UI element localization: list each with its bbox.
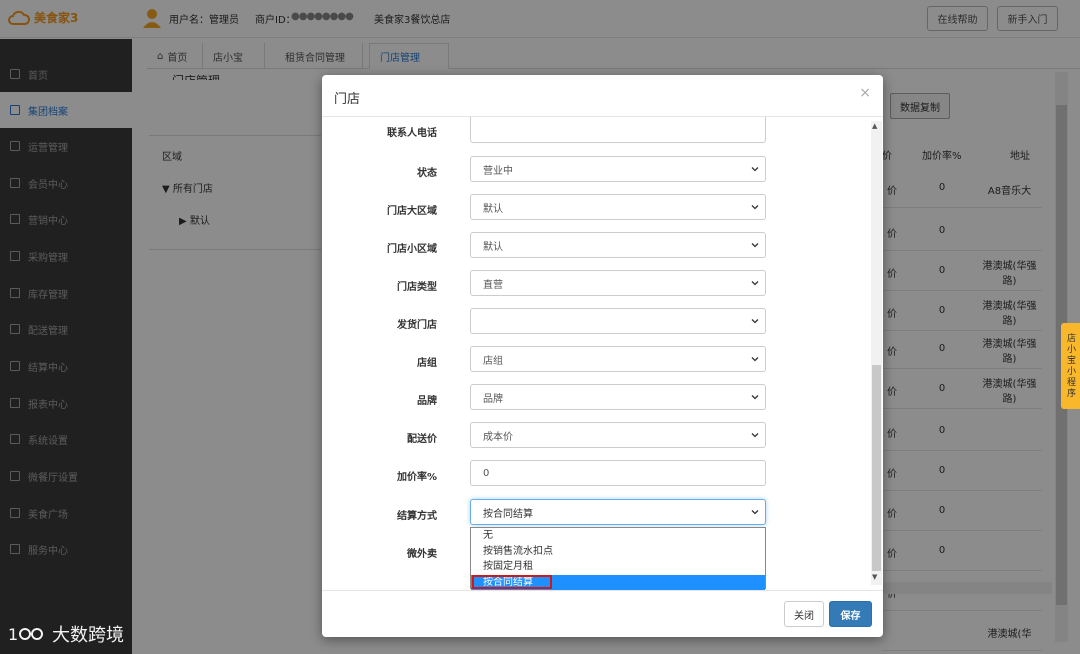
settlement-option[interactable]: 按固定月租: [471, 559, 765, 574]
close-button[interactable]: 关闭: [784, 601, 824, 627]
ship-store-select-label: 发货门店: [397, 320, 437, 331]
contact-phone-label: 联系人电话: [387, 128, 437, 139]
row-settlement-method-select: 结算方式 按合同结算: [322, 499, 871, 527]
settlement-method-select[interactable]: 按合同结算: [470, 499, 766, 525]
settlement-option[interactable]: 无: [471, 528, 765, 543]
markup-rate-input-label: 加价率%: [396, 472, 437, 483]
store-type-select-label: 门店类型: [397, 282, 437, 293]
small-region-select-value: 默认: [483, 241, 503, 253]
status-select-value: 营业中: [483, 165, 513, 177]
store-group-select[interactable]: 店组: [470, 346, 766, 372]
big-region-select[interactable]: 默认: [470, 194, 766, 220]
small-region-select[interactable]: 默认: [470, 232, 766, 258]
store-group-select-label: 店组: [417, 358, 437, 369]
row-big-region-select: 门店大区域 默认: [322, 194, 871, 222]
row-store-type-select: 门店类型 直营: [322, 270, 871, 298]
save-button[interactable]: 保存: [829, 601, 872, 627]
watermark-logo-icon: 1: [8, 625, 43, 644]
markup-rate-input[interactable]: 0: [470, 460, 766, 486]
big-region-select-label: 门店大区域: [387, 206, 437, 217]
brand-select-label: 品牌: [417, 396, 437, 407]
store-group-select-value: 店组: [483, 355, 503, 367]
scroll-down-arrow-icon[interactable]: ▼: [872, 573, 877, 581]
modal-scrollbar-thumb[interactable]: [872, 365, 881, 571]
ship-store-select[interactable]: [470, 308, 766, 334]
settlement-option[interactable]: 按销售流水扣点: [471, 544, 765, 559]
row-brand-select: 品牌 品牌: [322, 384, 871, 412]
chevron-down-icon: [751, 281, 759, 286]
settlement-dropdown-list: 无按销售流水扣点 按固定月租 按合同结算: [470, 527, 766, 590]
store-modal: 门店 × 联系人电话 状态 营业中 门店大区域 默认 门店小区域 默认 门店类型 直营 发货门店…: [322, 75, 883, 637]
mini-program-float-tab[interactable]: 店小宝小程序: [1061, 323, 1080, 409]
scroll-up-arrow-icon[interactable]: ▲: [872, 122, 877, 130]
svg-text:1: 1: [8, 625, 18, 644]
row-markup-rate-input: 加价率% 0: [322, 460, 871, 488]
big-region-select-value: 默认: [483, 203, 503, 215]
row-contact-phone: 联系人电话: [322, 117, 871, 143]
chevron-down-icon: [751, 167, 759, 172]
chevron-down-icon: [751, 243, 759, 248]
settlement-method-select-value: 按合同结算: [483, 508, 533, 520]
modal-title: 门店: [334, 92, 361, 107]
modal-body: 联系人电话 状态 营业中 门店大区域 默认 门店小区域 默认 门店类型 直营 发货门店 店组 店组品…: [322, 117, 883, 595]
chevron-down-icon: [751, 395, 759, 400]
status-select[interactable]: 营业中: [470, 156, 766, 182]
store-type-select[interactable]: 直营: [470, 270, 766, 296]
chevron-down-icon: [751, 205, 759, 210]
settlement-method-select-label: 结算方式: [397, 511, 437, 522]
row-distribution-price-select: 配送价 成本价: [322, 422, 871, 450]
modal-header: 门店 ×: [322, 75, 883, 117]
row-ship-store-select: 发货门店: [322, 308, 871, 336]
row-small-region-select: 门店小区域 默认: [322, 232, 871, 260]
contact-phone-input[interactable]: [470, 117, 766, 143]
chevron-down-icon: [751, 510, 759, 515]
brand-select-value: 品牌: [483, 393, 503, 405]
chevron-down-icon: [751, 357, 759, 362]
status-select-label: 状态: [417, 168, 437, 179]
chevron-down-icon: [751, 433, 759, 438]
distribution-price-select[interactable]: 成本价: [470, 422, 766, 448]
brand-select[interactable]: 品牌: [470, 384, 766, 410]
selected-option-highlight: [472, 575, 552, 589]
distribution-price-select-value: 成本价: [483, 431, 513, 443]
row-store-group-select: 店组 店组: [322, 346, 871, 374]
modal-close-icon[interactable]: ×: [859, 85, 871, 101]
small-region-select-label: 门店小区域: [387, 244, 437, 255]
modal-footer: 关闭 保存: [322, 590, 883, 637]
store-type-select-value: 直营: [483, 279, 503, 291]
distribution-price-select-label: 配送价: [407, 434, 437, 445]
watermark: 1 大数跨境: [8, 625, 124, 646]
row-status-select: 状态 营业中: [322, 156, 871, 184]
markup-rate-input-value: 0: [483, 467, 490, 479]
takeout-label: 微外卖: [407, 549, 437, 560]
chevron-down-icon: [751, 319, 759, 324]
